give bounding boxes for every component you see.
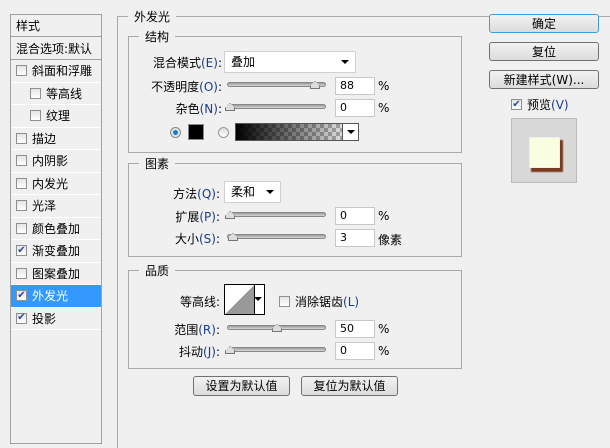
blend-mode-label: 混合模式(E): — [152, 56, 222, 70]
contour-preview — [225, 285, 254, 314]
styles-header: 样式 — [11, 15, 101, 37]
style-item-label: 内阴影 — [32, 154, 69, 169]
reset-default-button[interactable]: 复位为默认值 — [301, 376, 398, 396]
spread-slider[interactable] — [225, 211, 326, 219]
size-input[interactable]: 3 — [335, 229, 375, 247]
method-label: 方法(Q): — [173, 187, 220, 201]
opacity-input[interactable]: 88 — [335, 77, 375, 95]
noise-slider[interactable] — [225, 103, 326, 111]
style-item-label: 斜面和浮雕 — [32, 64, 93, 79]
slider-thumb[interactable] — [228, 233, 238, 241]
checkbox[interactable] — [16, 65, 27, 77]
spread-label: 扩展(P): — [175, 210, 220, 224]
method-select[interactable]: 柔和 — [224, 181, 281, 203]
opacity-label: 不透明度(O): — [151, 80, 222, 94]
style-item[interactable]: 纹理 — [11, 105, 101, 128]
checkbox[interactable] — [16, 200, 27, 212]
style-preview — [511, 118, 577, 183]
range-input[interactable]: 50 — [335, 320, 375, 338]
checkbox[interactable] — [16, 177, 27, 189]
preview-swatch — [529, 137, 560, 168]
percent-unit: % — [378, 209, 390, 223]
checkbox[interactable] — [16, 222, 27, 234]
new-style-button[interactable]: 新建样式(W)... — [489, 70, 599, 89]
style-item[interactable]: 描边 — [11, 128, 101, 150]
chevron-down-icon — [341, 60, 349, 64]
antialias-checkbox[interactable]: 消除锯齿 (L) — [279, 293, 359, 310]
style-item-label: 外发光 — [32, 289, 69, 304]
reset-button[interactable]: 复位 — [489, 42, 599, 61]
contour-picker[interactable] — [224, 284, 265, 315]
contour-label: 等高线: — [179, 295, 220, 309]
percent-unit: % — [378, 101, 390, 115]
preview-checkbox[interactable]: ✔ 预览 (V) — [511, 96, 569, 113]
checkbox[interactable]: ✔ — [511, 99, 522, 110]
jitter-slider[interactable] — [225, 346, 326, 354]
percent-unit: % — [378, 79, 390, 93]
checkbox[interactable] — [16, 155, 27, 167]
range-slider[interactable] — [227, 324, 326, 332]
opacity-slider[interactable] — [227, 81, 326, 89]
slider-thumb[interactable] — [225, 211, 235, 219]
structure-title: 结构 — [145, 30, 170, 44]
checkbox[interactable]: ✔ — [16, 290, 27, 302]
style-item-label: 投影 — [32, 311, 57, 326]
checkbox[interactable] — [16, 132, 27, 144]
ok-button[interactable]: 确定 — [489, 14, 599, 33]
style-item-label: 渐变叠加 — [32, 244, 81, 259]
slider-thumb[interactable] — [225, 346, 235, 354]
percent-unit: % — [378, 344, 390, 358]
style-item-label: 内发光 — [32, 176, 69, 191]
chevron-down-icon — [347, 130, 355, 134]
style-item[interactable]: ✔ 外发光 — [11, 285, 101, 308]
chevron-down-icon — [254, 297, 262, 301]
percent-unit: % — [378, 322, 390, 336]
slider-thumb[interactable] — [310, 81, 320, 89]
pixels-unit: 像素 — [378, 233, 403, 247]
quality-title: 品质 — [145, 264, 170, 278]
style-item[interactable]: 颜色叠加 — [11, 218, 101, 240]
outer-glow-title: 外发光 — [134, 10, 171, 24]
style-item-label: 等高线 — [46, 86, 83, 101]
style-item[interactable]: ✔ 渐变叠加 — [11, 240, 101, 263]
solid-color-radio[interactable] — [170, 127, 181, 138]
gradient-radio[interactable] — [218, 127, 229, 138]
checkbox[interactable]: ✔ — [16, 245, 27, 257]
style-item[interactable]: 内阴影 — [11, 150, 101, 173]
style-item-label: 颜色叠加 — [32, 221, 81, 236]
style-item-label: 描边 — [32, 131, 57, 146]
noise-input[interactable]: 0 — [335, 99, 375, 117]
checkbox[interactable] — [30, 87, 41, 99]
checkbox[interactable] — [30, 110, 41, 122]
style-item[interactable]: ✔ 投影 — [11, 308, 101, 330]
chevron-down-icon — [266, 190, 274, 194]
checkbox[interactable] — [16, 267, 27, 279]
range-label: 范围(R): — [174, 323, 220, 337]
slider-thumb[interactable] — [225, 103, 235, 111]
styles-list: 样式 混合选项:默认 斜面和浮雕等高线纹理描边内阴影内发光光泽颜色叠加 ✔ 渐变叠加… — [10, 14, 102, 444]
checkbox[interactable]: ✔ — [16, 312, 27, 324]
jitter-input[interactable]: 0 — [335, 342, 375, 360]
style-item-label: 光泽 — [32, 199, 57, 214]
style-item-label: 纹理 — [46, 109, 71, 124]
glow-color-swatch[interactable] — [188, 124, 204, 140]
set-default-button[interactable]: 设置为默认值 — [193, 376, 290, 396]
style-item[interactable]: 图案叠加 — [11, 263, 101, 285]
blend-mode-select[interactable]: 叠加 — [224, 51, 356, 73]
elements-title: 图素 — [145, 157, 170, 171]
style-item[interactable]: 光泽 — [11, 195, 101, 218]
spread-input[interactable]: 0 — [335, 207, 375, 225]
gradient-picker[interactable] — [235, 123, 359, 141]
style-item-label: 图案叠加 — [32, 266, 81, 281]
checkbox[interactable] — [279, 296, 290, 307]
slider-thumb[interactable] — [272, 324, 282, 332]
noise-label: 杂色(N): — [175, 102, 222, 116]
size-label: 大小(S): — [174, 232, 220, 246]
blending-options[interactable]: 混合选项:默认 — [11, 37, 101, 60]
style-item[interactable]: 等高线 — [11, 83, 101, 105]
style-item[interactable]: 内发光 — [11, 173, 101, 195]
jitter-label: 抖动(J): — [179, 345, 220, 359]
size-slider[interactable] — [227, 233, 326, 241]
style-item[interactable]: 斜面和浮雕 — [11, 60, 101, 83]
